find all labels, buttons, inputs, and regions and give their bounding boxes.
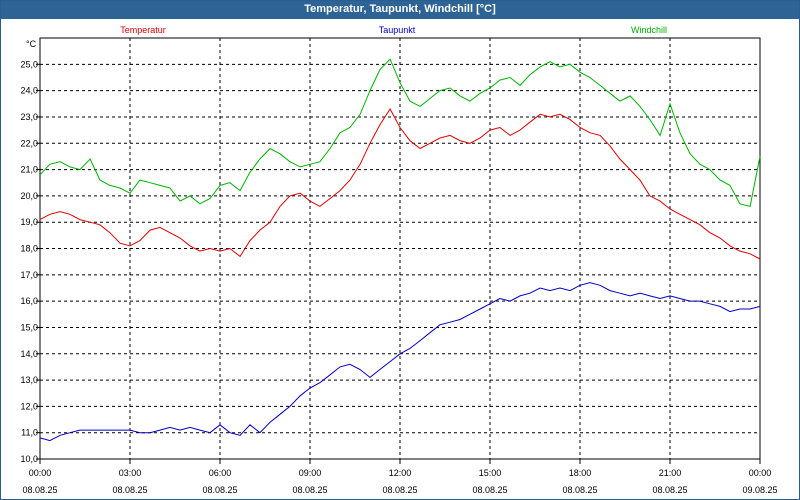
- y-tick-label: 20,0: [20, 191, 38, 201]
- y-axis-unit: °C: [26, 39, 37, 49]
- x-tick-date: 08.08.25: [202, 485, 237, 495]
- x-tick-date: 08.08.25: [382, 485, 417, 495]
- legend: Temperatur Taupunkt Windchill: [120, 25, 667, 35]
- legend-windchill: Windchill: [631, 25, 667, 35]
- x-tick-time: 15:00: [479, 468, 502, 478]
- x-tick-time: 21:00: [659, 468, 682, 478]
- x-tick-date: 09.08.25: [742, 485, 777, 495]
- y-tick-label: 12,0: [20, 401, 38, 411]
- x-tick-date: 08.08.25: [562, 485, 597, 495]
- axes: 10,0 11,0 12,0 13,0 14,0 15,0 16,0 17,0 18,0 19,0…: [20, 37, 778, 495]
- y-tick-label: 25,0: [20, 59, 38, 69]
- x-tick-date: 08.08.25: [112, 485, 147, 495]
- x-tick-time: 00:00: [29, 468, 52, 478]
- chart: 10,0 11,0 12,0 13,0 14,0 15,0 16,0 17,0 18,0 19,0…: [20, 25, 778, 495]
- y-tick-label: 10,0: [20, 454, 38, 464]
- x-tick-time: 18:00: [569, 468, 592, 478]
- y-tick-label: 21,0: [20, 165, 38, 175]
- x-tick-date: 08.08.25: [652, 485, 687, 495]
- y-tick-label: 14,0: [20, 349, 38, 359]
- y-tick-label: 15,0: [20, 322, 38, 332]
- grid: [40, 38, 760, 459]
- x-tick-time: 03:00: [119, 468, 142, 478]
- y-tick-label: 19,0: [20, 217, 38, 227]
- x-tick-time: 00:00: [749, 468, 772, 478]
- x-tick-time: 06:00: [209, 468, 232, 478]
- x-tick-date: 08.08.25: [22, 485, 57, 495]
- x-tick-time: 12:00: [389, 468, 412, 478]
- legend-taupunkt: Taupunkt: [379, 25, 416, 35]
- y-tick-label: 11,0: [21, 428, 38, 438]
- y-tick-label: 17,0: [20, 270, 38, 280]
- x-tick-time: 09:00: [299, 468, 322, 478]
- x-tick-date: 08.08.25: [292, 485, 327, 495]
- y-tick-label: 24,0: [20, 86, 38, 96]
- legend-temperatur: Temperatur: [120, 25, 166, 35]
- y-tick-label: 23,0: [20, 112, 38, 122]
- y-tick-label: 16,0: [20, 296, 38, 306]
- y-tick-label: 22,0: [20, 138, 38, 148]
- x-tick-date: 08.08.25: [472, 485, 507, 495]
- y-tick-label: 13,0: [20, 375, 38, 385]
- y-tick-label: 18,0: [20, 244, 38, 254]
